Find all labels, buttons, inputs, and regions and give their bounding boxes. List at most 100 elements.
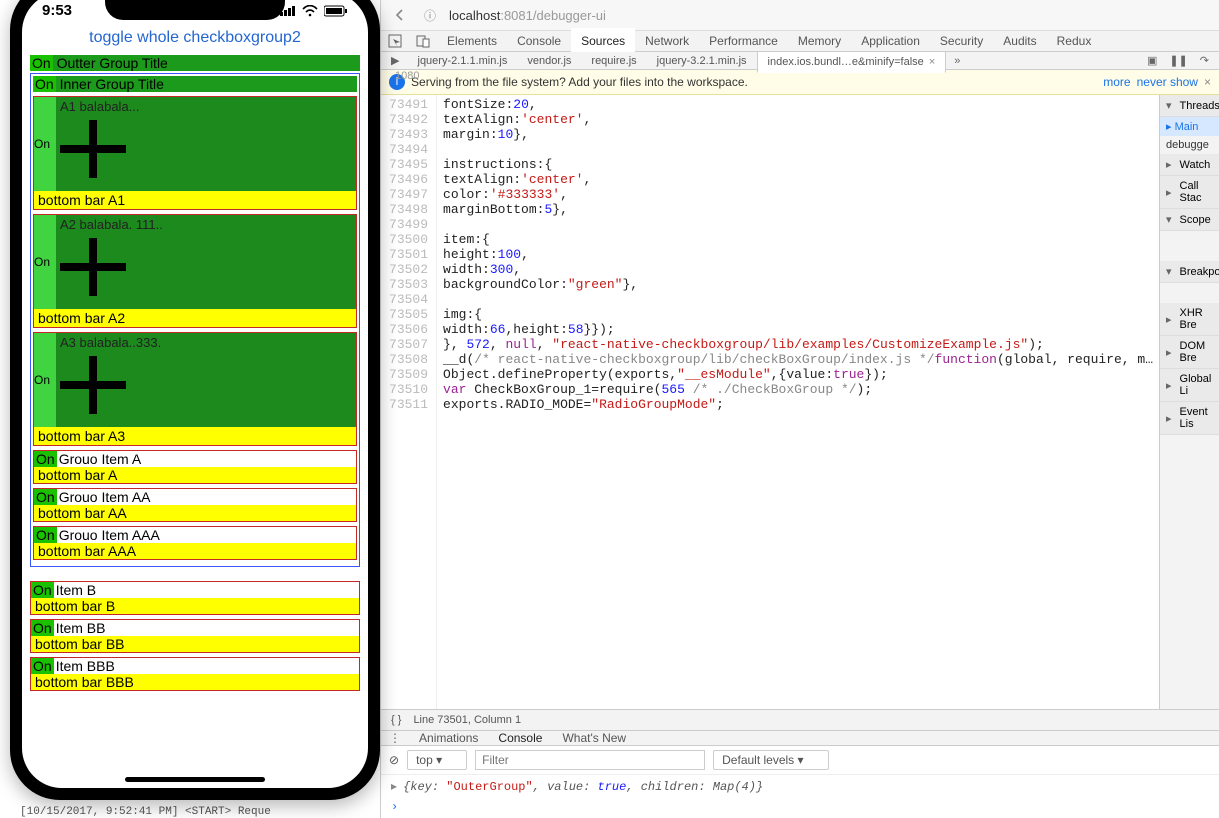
console-toolbar: ⊘ top ▾ Default levels ▾ <box>381 746 1219 775</box>
pause-icon[interactable]: ❚❚ <box>1165 54 1191 67</box>
checkbox-item[interactable]: OnItem BBB bottom bar BBB <box>30 657 360 691</box>
braces-icon[interactable]: { } <box>391 714 401 726</box>
item-bottom-bar: bottom bar A <box>34 467 356 483</box>
card-bottom-bar: bottom bar A1 <box>34 191 356 209</box>
file-tab[interactable]: index.ios.bundl…e&minify=false × <box>757 51 947 73</box>
app-content: On Outter Group Title On Inner Group Tit… <box>22 55 368 691</box>
checkbox-item[interactable]: OnItem BB bottom bar BB <box>30 619 360 653</box>
item-title: Item BBB <box>56 658 115 674</box>
info-text: Serving from the file system? Add your f… <box>411 75 748 89</box>
breakpoints-section[interactable]: Breakpo <box>1160 261 1219 283</box>
threads-section[interactable]: Threads <box>1160 95 1219 117</box>
file-tab[interactable]: jquery-3.2.1.min.js <box>647 51 757 71</box>
on-chip: On <box>31 620 54 636</box>
watch-section[interactable]: Watch <box>1160 154 1219 176</box>
console-filter[interactable] <box>475 750 705 770</box>
step-over-icon[interactable]: ↷ <box>1196 54 1213 67</box>
item-title: Item BB <box>56 620 106 636</box>
drawer: ⋮ AnimationsConsoleWhat's New ⊘ top ▾ De… <box>381 730 1219 818</box>
inspect-icon[interactable] <box>385 31 405 51</box>
on-chip: On <box>34 451 57 467</box>
context-select[interactable]: top ▾ <box>407 750 467 770</box>
on-chip: On <box>31 658 54 674</box>
inner-title-text: Inner Group Title <box>60 76 164 92</box>
checkbox-card[interactable]: On A2 balabala. 111.. bottom bar A2 <box>33 214 357 328</box>
toggle-sidebar-icon[interactable]: ▣ <box>1143 54 1161 67</box>
log-levels[interactable]: Default levels ▾ <box>713 750 828 770</box>
plus-icon <box>60 120 126 178</box>
home-indicator[interactable] <box>125 777 265 782</box>
more-files[interactable]: » <box>950 55 964 67</box>
workspace-info: i Serving from the file system? Add your… <box>381 70 1219 95</box>
code-editor[interactable]: 7349173492734937349473495734967349773498… <box>381 95 1159 709</box>
card-title: A2 balabala. 111.. <box>60 217 354 232</box>
checkbox-item[interactable]: OnGrouo Item AA bottom bar AA <box>33 488 357 522</box>
outer-group-title[interactable]: On Outter Group Title <box>30 55 360 71</box>
item-bottom-bar: bottom bar B <box>31 598 359 614</box>
drawer-tab-console[interactable]: Console <box>488 725 552 753</box>
info-more-link[interactable]: more <box>1103 75 1130 89</box>
global-section[interactable]: Global Li <box>1160 369 1219 402</box>
checkbox-item[interactable]: OnItem B bottom bar B <box>30 581 360 615</box>
console-output[interactable]: ▸{key: "OuterGroup", value: true, childr… <box>381 775 1219 818</box>
on-chip: On <box>33 76 56 92</box>
url-text[interactable]: localhost:8081/debugger-ui <box>449 8 606 23</box>
drawer-menu[interactable]: ⋮ <box>381 731 409 745</box>
scope-section[interactable]: Scope <box>1160 209 1219 231</box>
devtools: ⓘ localhost:8081/debugger-ui ElementsCon… <box>380 0 1219 818</box>
phone-screen: 9:53 toggle whole checkboxgroup2 <box>22 0 368 788</box>
info-close[interactable]: × <box>1204 75 1211 89</box>
toggle-link[interactable]: toggle whole checkboxgroup2 <box>22 23 368 55</box>
devtools-tabs: ElementsConsoleSourcesNetworkPerformance… <box>381 31 1219 52</box>
address-bar: ⓘ localhost:8081/debugger-ui <box>381 0 1219 31</box>
inner-group-title[interactable]: On Inner Group Title <box>33 76 357 92</box>
debug-sidebar: Threads ▸ Main debugge Watch Call Stac S… <box>1159 95 1219 709</box>
bg-resolution: 1080 <box>395 70 419 82</box>
battery-icon <box>324 5 348 17</box>
item-bottom-bar: bottom bar BB <box>31 636 359 652</box>
thread-main[interactable]: ▸ Main <box>1160 117 1219 136</box>
tab-audits[interactable]: Audits <box>993 28 1046 54</box>
drawer-tab-whatsnew[interactable]: What's New <box>552 725 636 751</box>
status-time: 9:53 <box>42 2 72 19</box>
on-chip: On <box>34 527 57 543</box>
inner-group: On Inner Group Title On A1 balabala... b… <box>30 73 360 567</box>
checkbox-card[interactable]: On A3 balabala..333. bottom bar A3 <box>33 332 357 446</box>
outer-items: OnItem B bottom bar B OnItem BB bottom b… <box>30 581 360 691</box>
tab-redux[interactable]: Redux <box>1047 28 1102 54</box>
file-tab[interactable]: require.js <box>581 51 646 71</box>
card-title: A3 balabala..333. <box>60 335 354 350</box>
file-tab[interactable]: jquery-2.1.1.min.js <box>408 51 518 71</box>
phone-notch <box>105 0 285 20</box>
run-icon[interactable]: ▶ <box>387 54 403 67</box>
code-lines: fontSize:20, textAlign:'center', margin:… <box>437 95 1159 709</box>
device-toggle-icon[interactable] <box>413 31 433 51</box>
info-never-link[interactable]: never show <box>1137 75 1198 89</box>
on-chip: On <box>34 333 56 427</box>
checkbox-card[interactable]: On A1 balabala... bottom bar A1 <box>33 96 357 210</box>
thread-debugger[interactable]: debugge <box>1160 136 1219 154</box>
on-chip: On <box>31 582 54 598</box>
back-button[interactable] <box>389 4 411 26</box>
info-icon[interactable]: ⓘ <box>419 4 441 26</box>
item-title: Grouo Item A <box>59 451 141 467</box>
drawer-tab-animations[interactable]: Animations <box>409 725 488 751</box>
callstack-section[interactable]: Call Stac <box>1160 176 1219 209</box>
item-title: Grouo Item AA <box>59 489 151 505</box>
on-chip: On <box>34 215 56 309</box>
checkbox-item[interactable]: OnGrouo Item AAA bottom bar AAA <box>33 526 357 560</box>
event-section[interactable]: Event Lis <box>1160 402 1219 435</box>
plus-icon <box>60 238 126 296</box>
on-chip: On <box>34 489 57 505</box>
item-title: Grouo Item AAA <box>59 527 160 543</box>
item-title: Item B <box>56 582 96 598</box>
close-icon[interactable]: × <box>929 56 935 68</box>
checkbox-item[interactable]: OnGrouo Item A bottom bar A <box>33 450 357 484</box>
on-chip: On <box>34 97 56 191</box>
file-tab[interactable]: vendor.js <box>517 51 581 71</box>
card-title: A1 balabala... <box>60 99 354 114</box>
xhr-section[interactable]: XHR Bre <box>1160 303 1219 336</box>
dom-section[interactable]: DOM Bre <box>1160 336 1219 369</box>
clear-console-icon[interactable]: ⊘ <box>389 753 399 767</box>
card-bottom-bar: bottom bar A3 <box>34 427 356 445</box>
